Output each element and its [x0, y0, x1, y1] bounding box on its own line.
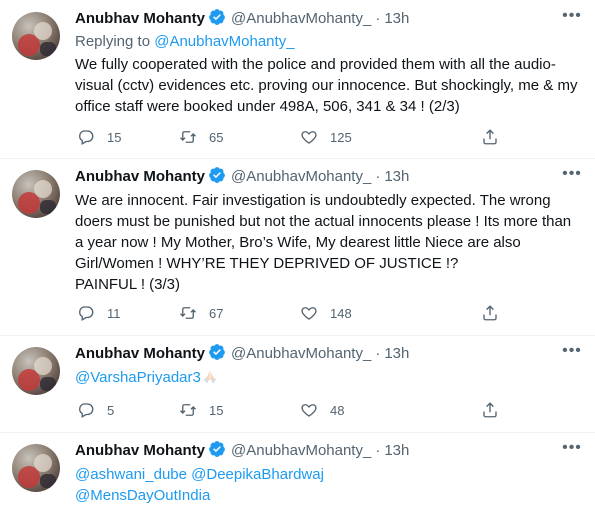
- replying-prefix: Replying to: [75, 33, 151, 50]
- retweet-icon: [180, 131, 196, 143]
- reply-icon: [79, 130, 94, 145]
- timestamp[interactable]: 13h: [384, 168, 409, 185]
- verified-badge-icon: [209, 441, 225, 457]
- avatar[interactable]: [12, 170, 60, 218]
- retweet-button[interactable]: 15: [179, 400, 223, 420]
- reply-icon: [79, 403, 94, 418]
- like-button[interactable]: 125: [300, 127, 352, 147]
- share-button[interactable]: [481, 303, 499, 323]
- folded-hands-emoji-icon: [203, 370, 216, 384]
- more-horizontal-icon[interactable]: •••: [561, 343, 583, 361]
- share-button[interactable]: [481, 400, 499, 420]
- mention-link[interactable]: @VarshaPriyadar3: [75, 369, 201, 386]
- retweet-icon: [180, 404, 196, 416]
- like-button[interactable]: 148: [300, 303, 352, 323]
- retweet-count: 15: [209, 402, 224, 418]
- verified-badge-icon: [209, 9, 225, 25]
- reply-button[interactable]: 11: [77, 303, 121, 323]
- reply-count: 5: [107, 402, 115, 418]
- author-name[interactable]: Anubhav Mohanty: [75, 345, 205, 362]
- tweet-header: Anubhav Mohanty @AnubhavMohanty_ · 13h •••: [75, 440, 595, 462]
- heart-icon: [301, 404, 317, 417]
- retweet-button[interactable]: 67: [179, 303, 223, 323]
- tweet-header: Anubhav Mohanty @AnubhavMohanty_ · 13h •••: [75, 166, 595, 188]
- tweet-3[interactable]: Anubhav Mohanty @AnubhavMohanty_ · 13h ••• …: [0, 335, 595, 433]
- share-icon: [483, 305, 497, 321]
- tweet-header: Anubhav Mohanty @AnubhavMohanty_ · 13h •••: [75, 8, 595, 30]
- more-horizontal-icon[interactable]: •••: [561, 8, 583, 26]
- avatar[interactable]: [12, 12, 60, 60]
- timestamp[interactable]: 13h: [384, 345, 409, 362]
- reply-icon: [79, 306, 94, 321]
- separator-dot: ·: [375, 442, 381, 459]
- share-icon: [483, 402, 497, 418]
- action-bar: 11 67 148: [75, 303, 505, 323]
- verified-badge-icon: [209, 344, 225, 360]
- more-horizontal-icon[interactable]: •••: [561, 166, 583, 184]
- like-count: 125: [330, 129, 352, 145]
- reply-count: 11: [107, 305, 121, 321]
- verified-badge-icon: [209, 167, 225, 183]
- like-count: 48: [330, 402, 345, 418]
- tweet-header: Anubhav Mohanty @AnubhavMohanty_ · 13h •••: [75, 343, 595, 365]
- reply-button[interactable]: 5: [77, 400, 114, 420]
- share-button[interactable]: [481, 127, 499, 147]
- mention-links-line-1[interactable]: @ashwani_dube @DeepikaBhardwaj: [75, 464, 580, 485]
- avatar[interactable]: [12, 444, 60, 492]
- separator-dot: ·: [375, 345, 381, 362]
- action-bar: 15 65 125: [75, 127, 505, 147]
- share-icon: [483, 129, 497, 145]
- tweet-text: @ashwani_dube @DeepikaBhardwaj @MensDayO…: [75, 464, 580, 506]
- author-handle[interactable]: @AnubhavMohanty_: [231, 345, 371, 362]
- author-handle[interactable]: @AnubhavMohanty_: [231, 10, 371, 27]
- tweet-1[interactable]: Anubhav Mohanty @AnubhavMohanty_ · 13h ••• …: [0, 0, 595, 159]
- separator-dot: ·: [375, 10, 381, 27]
- author-handle[interactable]: @AnubhavMohanty_: [231, 442, 371, 459]
- retweet-count: 67: [209, 305, 224, 321]
- more-horizontal-icon[interactable]: •••: [561, 440, 583, 458]
- separator-dot: ·: [375, 168, 381, 185]
- tweet-text: We are innocent. Fair investigation is u…: [75, 192, 572, 293]
- retweet-count: 65: [209, 129, 224, 145]
- timestamp[interactable]: 13h: [384, 442, 409, 459]
- author-name[interactable]: Anubhav Mohanty: [75, 10, 205, 27]
- replying-to: Replying to @AnubhavMohanty_: [75, 32, 295, 52]
- mention-links-line-2[interactable]: @MensDayOutIndia: [75, 485, 580, 506]
- author-name[interactable]: Anubhav Mohanty: [75, 442, 205, 459]
- action-bar: 5 15 48: [75, 400, 505, 420]
- heart-icon: [301, 131, 317, 144]
- tweet-2[interactable]: Anubhav Mohanty @AnubhavMohanty_ · 13h ••• …: [0, 158, 595, 336]
- reply-button[interactable]: 15: [77, 127, 121, 147]
- avatar[interactable]: [12, 347, 60, 395]
- retweet-icon: [180, 307, 196, 319]
- replying-to-link[interactable]: @AnubhavMohanty_: [154, 33, 294, 50]
- tweet-text: @VarshaPriyadar3: [75, 367, 580, 388]
- tweet-text: We fully cooperated with the police and …: [75, 56, 578, 115]
- tweet-4[interactable]: Anubhav Mohanty @AnubhavMohanty_ · 13h ••• …: [0, 432, 595, 510]
- like-button[interactable]: 48: [300, 400, 344, 420]
- timestamp[interactable]: 13h: [384, 10, 409, 27]
- reply-count: 15: [107, 129, 122, 145]
- retweet-button[interactable]: 65: [179, 127, 223, 147]
- like-count: 148: [330, 305, 352, 321]
- author-name[interactable]: Anubhav Mohanty: [75, 168, 205, 185]
- author-handle[interactable]: @AnubhavMohanty_: [231, 168, 371, 185]
- heart-icon: [301, 307, 317, 320]
